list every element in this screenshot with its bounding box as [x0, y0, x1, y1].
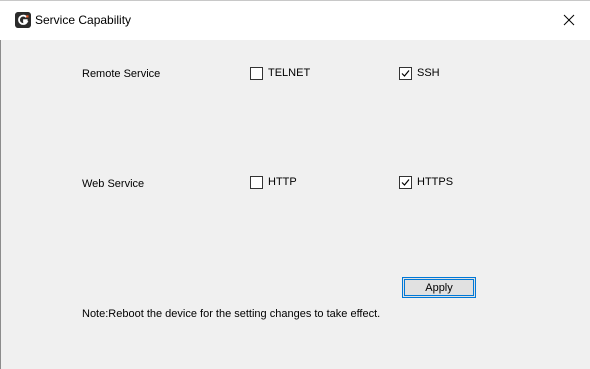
ssh-checkbox-box[interactable]: [399, 66, 412, 80]
checkmark-icon: [401, 69, 410, 77]
https-label: HTTPS: [417, 176, 454, 188]
ssh-label: SSH: [417, 67, 440, 79]
ssh-checkbox[interactable]: SSH: [399, 66, 440, 80]
apply-button[interactable]: Apply: [402, 277, 476, 298]
telnet-checkbox-box[interactable]: [250, 66, 263, 80]
close-icon: [563, 14, 575, 26]
http-checkbox-box[interactable]: [250, 175, 263, 189]
dialog-content: Remote Service TELNET SSH Web Service HT…: [0, 40, 590, 369]
http-label: HTTP: [268, 176, 297, 188]
title-bar: Service Capability: [0, 0, 590, 40]
close-button[interactable]: [550, 1, 590, 41]
telnet-label: TELNET: [268, 67, 311, 79]
https-checkbox[interactable]: HTTPS: [399, 175, 453, 189]
telnet-checkbox[interactable]: TELNET: [250, 66, 310, 80]
remote-service-label: Remote Service: [82, 68, 161, 80]
web-service-label: Web Service: [82, 178, 145, 190]
service-capability-dialog: Service Capability Remote Service TELNET…: [0, 0, 590, 369]
app-logo-icon: [15, 12, 31, 28]
https-checkbox-box[interactable]: [399, 175, 412, 189]
http-checkbox[interactable]: HTTP: [250, 175, 297, 189]
checkmark-icon: [401, 178, 410, 186]
reboot-note: Note:Reboot the device for the setting c…: [82, 308, 381, 320]
window-title: Service Capability: [35, 13, 132, 27]
